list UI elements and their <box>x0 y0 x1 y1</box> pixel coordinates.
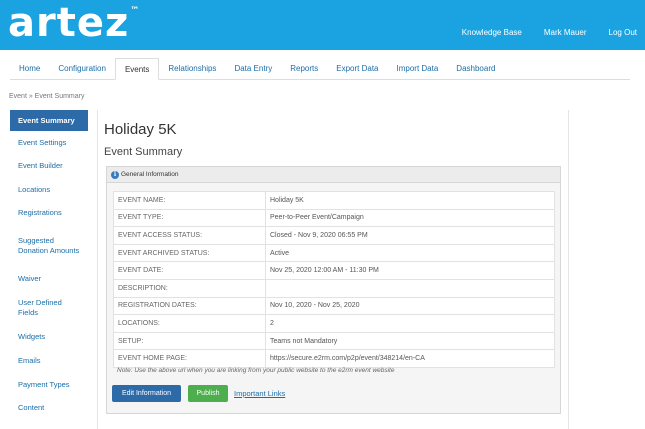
panel-title: General Information <box>121 171 179 178</box>
row-label: LOCATIONS: <box>113 314 266 333</box>
tab-home[interactable]: Home <box>10 58 49 80</box>
sidebar-item-payment-types[interactable]: Payment Types <box>10 373 88 397</box>
row-label: EVENT ACCESS STATUS: <box>113 226 266 245</box>
important-links-link[interactable]: Important Links <box>234 389 285 398</box>
row-label: REGISTRATION DATES: <box>113 296 266 316</box>
table-row: EVENT DATE: Nov 25, 2020 12:00 AM - 11:30… <box>113 261 555 280</box>
tab-data-entry[interactable]: Data Entry <box>225 58 281 80</box>
row-label: EVENT ARCHIVED STATUS: <box>113 243 266 263</box>
sidebar-item-event-summary[interactable]: Event Summary <box>10 110 88 131</box>
sidebar: Event Summary Event Settings Event Build… <box>10 110 88 419</box>
artez-logo[interactable]: artez™ <box>8 0 139 46</box>
general-information-panel: i General Information EVENT NAME: Holiday… <box>106 166 561 414</box>
content-divider-left <box>97 110 98 429</box>
edit-information-button[interactable]: Edit Information <box>112 385 181 402</box>
tab-reports[interactable]: Reports <box>281 58 327 80</box>
tab-export-data[interactable]: Export Data <box>327 58 387 80</box>
table-row: EVENT HOME PAGE: https://secure.e2rm.com/… <box>113 349 555 368</box>
row-value: Nov 25, 2020 12:00 AM - 11:30 PM <box>265 261 555 280</box>
row-value[interactable]: https://secure.e2rm.com/p2p/event/348214… <box>265 349 555 368</box>
publish-button[interactable]: Publish <box>188 385 228 402</box>
row-label: SETUP: <box>113 331 266 351</box>
user-name-link[interactable]: Mark Mauer <box>544 28 587 37</box>
table-row: EVENT ACCESS STATUS: Closed - Nov 9, 2020… <box>113 226 555 245</box>
info-icon: i <box>111 170 119 179</box>
row-value: Peer-to-Peer Event/Campaign <box>265 208 555 228</box>
tab-configuration[interactable]: Configuration <box>49 58 115 80</box>
top-bar: artez™ Knowledge Base Mark Mauer Log Out <box>0 0 645 50</box>
sidebar-item-user-defined-fields[interactable]: User Defined Fields <box>10 291 88 325</box>
row-value: Closed - Nov 9, 2020 06:55 PM <box>265 226 555 245</box>
sidebar-item-locations[interactable]: Locations <box>10 178 88 201</box>
sidebar-item-event-builder[interactable]: Event Builder <box>10 154 88 178</box>
home-page-note: Note: Use the above url when you are lin… <box>117 367 395 374</box>
breadcrumb: Event » Event Summary <box>9 93 85 100</box>
row-value: Active <box>265 243 555 263</box>
tab-relationships[interactable]: Relationships <box>159 58 225 80</box>
page-subtitle: Event Summary <box>104 146 183 158</box>
table-row: REGISTRATION DATES: Nov 10, 2020 - Nov 25… <box>113 296 555 316</box>
sidebar-item-widgets[interactable]: Widgets <box>10 325 88 349</box>
table-row: LOCATIONS: 2 <box>113 314 555 333</box>
tab-import-data[interactable]: Import Data <box>388 58 448 80</box>
log-out-link[interactable]: Log Out <box>609 28 637 37</box>
row-value <box>265 278 555 298</box>
sidebar-item-registrations[interactable]: Registrations <box>10 201 88 225</box>
table-row: DESCRIPTION: <box>113 278 555 298</box>
row-value: Holiday 5K <box>265 191 555 210</box>
row-label: EVENT HOME PAGE: <box>113 349 266 368</box>
top-links: Knowledge Base Mark Mauer Log Out <box>462 28 637 37</box>
sidebar-item-content[interactable]: Content <box>10 397 88 419</box>
row-value: Nov 10, 2020 - Nov 25, 2020 <box>265 296 555 316</box>
table-row: EVENT TYPE: Peer-to-Peer Event/Campaign <box>113 208 555 228</box>
sidebar-item-event-settings[interactable]: Event Settings <box>10 132 88 154</box>
knowledge-base-link[interactable]: Knowledge Base <box>462 28 522 37</box>
sidebar-item-suggested-donation-amounts[interactable]: Suggested Donation Amounts <box>10 225 88 267</box>
row-label: EVENT NAME: <box>113 191 266 210</box>
content-divider-right <box>568 110 569 429</box>
row-label: EVENT DATE: <box>113 261 266 280</box>
row-value: Teams not Mandatory <box>265 331 555 351</box>
sidebar-item-emails[interactable]: Emails <box>10 349 88 373</box>
row-label: DESCRIPTION: <box>113 278 266 298</box>
table-row: EVENT ARCHIVED STATUS: Active <box>113 243 555 263</box>
sidebar-item-waiver[interactable]: Waiver <box>10 267 88 291</box>
row-label: EVENT TYPE: <box>113 208 266 228</box>
tab-dashboard[interactable]: Dashboard <box>447 58 504 80</box>
row-value: 2 <box>265 314 555 333</box>
table-row: EVENT NAME: Holiday 5K <box>113 191 555 210</box>
table-row: SETUP: Teams not Mandatory <box>113 331 555 351</box>
main-nav: Home Configuration Events Relationships … <box>10 58 630 80</box>
tab-events[interactable]: Events <box>114 58 160 80</box>
page-title: Holiday 5K <box>104 121 177 138</box>
panel-header: i General Information <box>107 167 560 183</box>
event-info-table: EVENT NAME: Holiday 5K EVENT TYPE: Peer-to… <box>113 191 555 368</box>
